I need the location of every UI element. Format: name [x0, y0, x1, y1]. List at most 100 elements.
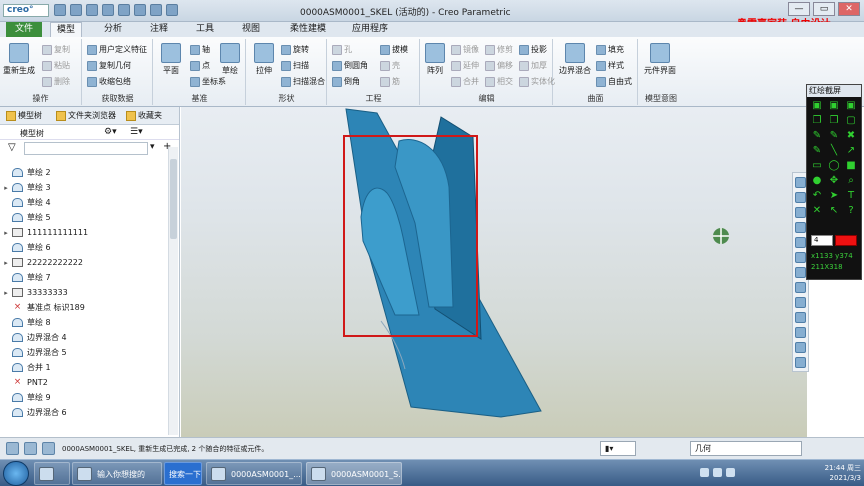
- appearance-icon[interactable]: [795, 357, 806, 368]
- pen-icon[interactable]: ✎: [810, 130, 824, 142]
- tree-item[interactable]: 草绘 8: [0, 315, 168, 330]
- line-width-select[interactable]: 4: [811, 235, 833, 246]
- tree-item[interactable]: 边界混合 5: [0, 345, 168, 360]
- paste-button[interactable]: 粘贴: [42, 60, 70, 71]
- clock[interactable]: 21:44 周三 2021/3/3: [825, 463, 861, 483]
- tree-item[interactable]: 草绘 9: [0, 390, 168, 405]
- taskbar-item-2[interactable]: 0000ASM0001_S...: [306, 462, 402, 485]
- tab-file[interactable]: 文件: [6, 22, 42, 37]
- select-region-icon[interactable]: ▢: [844, 115, 858, 127]
- marker-icon[interactable]: ✎: [827, 130, 841, 142]
- sweep-button[interactable]: 扫描: [281, 60, 309, 71]
- plane-button[interactable]: 平面: [154, 43, 188, 76]
- delete-button[interactable]: 删除: [42, 76, 70, 87]
- group-label-operations[interactable]: 操作: [0, 93, 81, 104]
- csys-button[interactable]: 坐标系: [190, 76, 226, 87]
- cross-icon[interactable]: ✕: [810, 205, 824, 217]
- collapse-icon[interactable]: ▾: [150, 142, 155, 152]
- input-tray-icon[interactable]: [726, 468, 735, 477]
- redo-icon[interactable]: [118, 4, 130, 16]
- tree-item[interactable]: ▸ 33333333: [0, 285, 168, 300]
- magnifier-icon[interactable]: ⌕: [844, 175, 858, 187]
- tab-folder-browser[interactable]: 文件夹浏览器: [56, 110, 116, 121]
- shrinkwrap-button[interactable]: 收缩包络: [87, 76, 131, 87]
- scrollbar-thumb[interactable]: [170, 159, 177, 239]
- point-button[interactable]: 点: [190, 60, 210, 71]
- tree-item[interactable]: 草绘 5: [0, 210, 168, 225]
- maximize-button[interactable]: ▭: [813, 2, 835, 16]
- close-window-icon[interactable]: [166, 4, 178, 16]
- pencil-icon[interactable]: ✎: [810, 145, 824, 157]
- zoom-in-icon[interactable]: [795, 192, 806, 203]
- round-button[interactable]: 倒圆角: [332, 60, 368, 71]
- undo-icon[interactable]: ↶: [810, 190, 824, 202]
- filter-icon[interactable]: ▽: [8, 142, 16, 153]
- filled-rectangle-icon[interactable]: ■: [844, 160, 858, 172]
- datum-display-icon[interactable]: [795, 282, 806, 293]
- group-label-editing[interactable]: 编辑: [421, 93, 552, 104]
- tree-settings-icon[interactable]: ⚙▾: [104, 127, 117, 137]
- style-button[interactable]: 样式: [596, 60, 624, 71]
- trim-button[interactable]: 修剪: [485, 44, 513, 55]
- tree-item[interactable]: 边界混合 6: [0, 405, 168, 420]
- arrow-icon[interactable]: ↗: [844, 145, 858, 157]
- tab-tools[interactable]: 工具: [190, 22, 220, 37]
- mirror-button[interactable]: 镜像: [451, 44, 479, 55]
- pattern-button[interactable]: 阵列: [421, 43, 449, 76]
- new-icon[interactable]: [54, 4, 66, 16]
- save-icon[interactable]: ▣: [827, 100, 841, 112]
- zoom-out-icon[interactable]: [795, 207, 806, 218]
- show-browser-icon[interactable]: [24, 442, 37, 455]
- baidu-search-button[interactable]: 搜索一下: [164, 462, 202, 485]
- tab-favorites[interactable]: 收藏夹: [126, 110, 162, 121]
- intersect-button[interactable]: 相交: [485, 76, 513, 87]
- tree-item[interactable]: 合并 1: [0, 360, 168, 375]
- expand-arrow-icon[interactable]: ▸: [0, 289, 12, 297]
- tree-item[interactable]: × PNT2: [0, 375, 168, 390]
- sketch-button[interactable]: 草绘: [216, 43, 244, 76]
- graphics-area[interactable]: [181, 107, 807, 437]
- copy-icon[interactable]: ❐: [810, 115, 824, 127]
- tab-view[interactable]: 视图: [236, 22, 266, 37]
- expand-arrow-icon[interactable]: ▸: [0, 259, 12, 267]
- undo-icon[interactable]: [102, 4, 114, 16]
- refit-icon[interactable]: [795, 177, 806, 188]
- offset-button[interactable]: 偏移: [485, 60, 513, 71]
- revolve-button[interactable]: 旋转: [281, 44, 309, 55]
- selection-filter-dropdown[interactable]: 几何: [690, 441, 802, 456]
- section-icon[interactable]: [795, 342, 806, 353]
- show-navigator-icon[interactable]: [6, 442, 19, 455]
- spin-center-toggle-icon[interactable]: [795, 312, 806, 323]
- rib-button[interactable]: 筋: [380, 76, 400, 87]
- component-interface-button[interactable]: 元件界面: [643, 43, 677, 76]
- shell-button[interactable]: 壳: [380, 60, 400, 71]
- fullscreen-icon[interactable]: [42, 442, 55, 455]
- tab-model[interactable]: 模型: [50, 22, 83, 37]
- explorer-button[interactable]: [34, 462, 70, 485]
- merge-button[interactable]: 合并: [451, 76, 479, 87]
- annotation-display-icon[interactable]: [795, 297, 806, 308]
- taskbar-item-1[interactable]: 0000ASM0001_...: [206, 462, 302, 485]
- minimize-button[interactable]: —: [788, 2, 810, 16]
- solidify-button[interactable]: 实体化: [519, 76, 555, 87]
- expand-arrow-icon[interactable]: ▸: [0, 184, 12, 192]
- thicken-button[interactable]: 加厚: [519, 60, 547, 71]
- tree-item[interactable]: 草绘 6: [0, 240, 168, 255]
- copy-geometry-button[interactable]: 复制几何: [87, 60, 131, 71]
- repaint-icon[interactable]: [795, 222, 806, 233]
- eraser-icon[interactable]: ✖: [844, 130, 858, 142]
- extend-button[interactable]: 延伸: [451, 60, 479, 71]
- close-button[interactable]: ✕: [838, 2, 860, 16]
- tree-item[interactable]: ▸ 草绘 3: [0, 180, 168, 195]
- expand-arrow-icon[interactable]: ▸: [0, 229, 12, 237]
- tab-flexible-modeling[interactable]: 柔性建模: [284, 22, 332, 37]
- tree-item[interactable]: 边界混合 4: [0, 330, 168, 345]
- selection-buffer-icon[interactable]: ▮▾: [600, 441, 636, 456]
- hole-button[interactable]: 孔: [332, 44, 352, 55]
- display-style-icon[interactable]: [795, 237, 806, 248]
- project-button[interactable]: 投影: [519, 44, 547, 55]
- text-icon[interactable]: T: [844, 190, 858, 202]
- search-box[interactable]: 输入你想搜的: [72, 462, 162, 485]
- tab-annotate[interactable]: 注释: [144, 22, 174, 37]
- view-manager-icon[interactable]: [795, 267, 806, 278]
